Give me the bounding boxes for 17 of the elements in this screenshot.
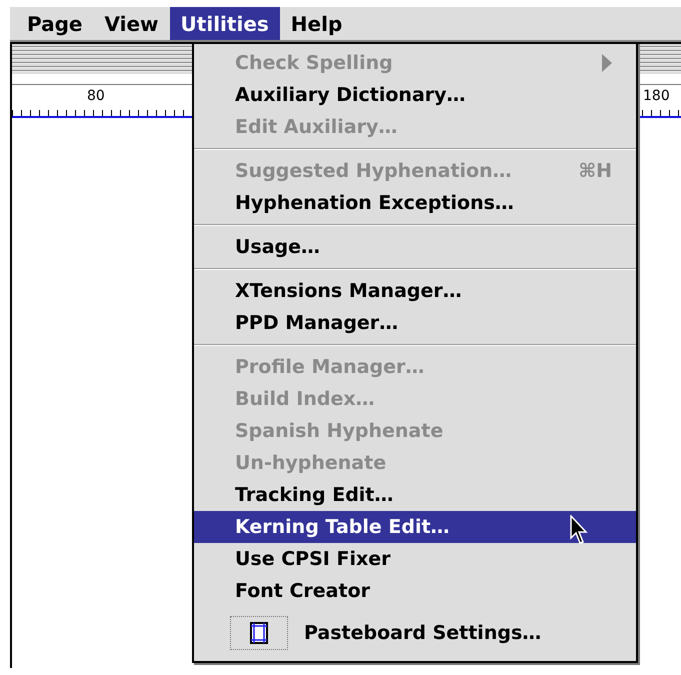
menu-item[interactable]: PPD Manager… [194,307,636,339]
menu-title[interactable]: Utilities [170,7,280,40]
menu-item[interactable]: Kerning Table Edit… [194,511,636,543]
menu-item[interactable]: Use CPSI Fixer [194,543,636,575]
menu-title[interactable]: Page [16,7,94,40]
menu-item[interactable]: Auxiliary Dictionary… [194,79,636,111]
menu-item[interactable]: Pasteboard Settings… [194,611,636,655]
menu-title[interactable]: View [94,7,170,40]
menu-item[interactable]: Usage… [194,231,636,263]
menu-item[interactable]: XTensions Manager… [194,275,636,307]
shortcut-label: ⌘H [578,160,612,182]
menu-title[interactable]: Help [280,7,354,40]
menu-item[interactable]: Font Creator [194,575,636,607]
pointer-icon [570,515,590,545]
pasteboard-icon [230,616,288,650]
menu-item[interactable]: Hyphenation Exceptions… [194,187,636,219]
menu-item[interactable]: Tracking Edit… [194,479,636,511]
